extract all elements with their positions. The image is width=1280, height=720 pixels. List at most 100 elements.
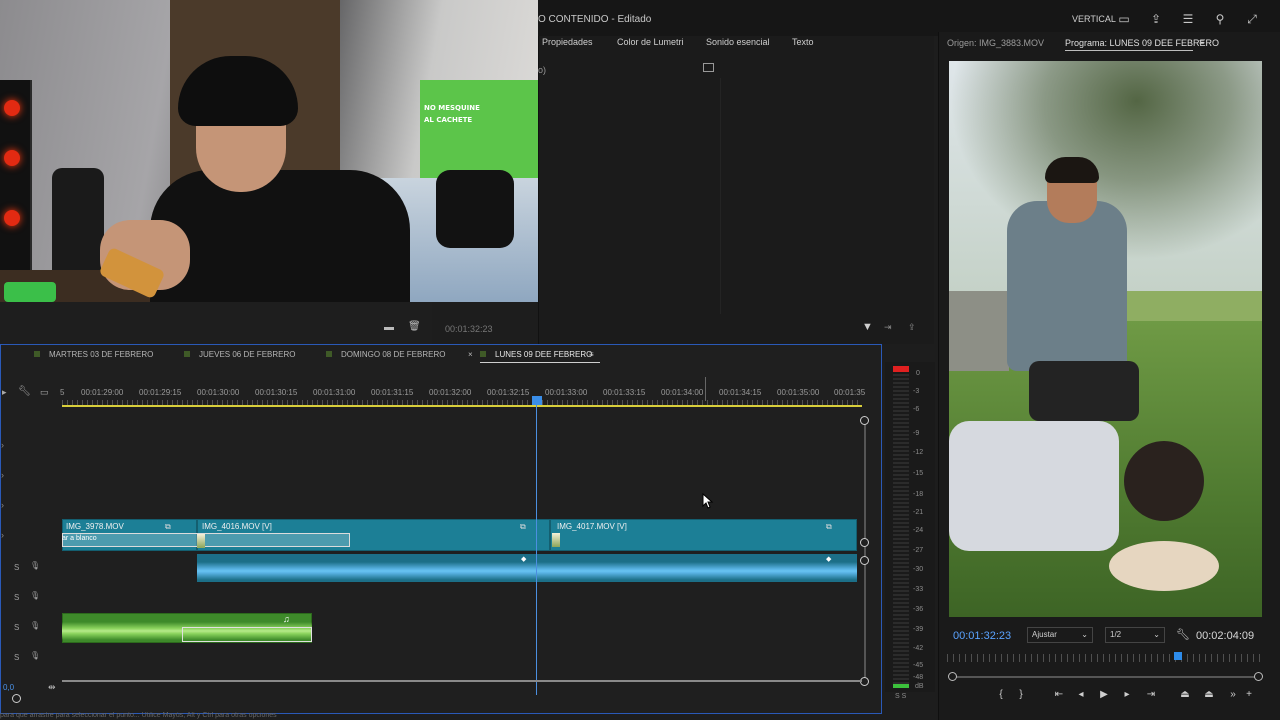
zoom-handle[interactable] xyxy=(12,694,21,703)
tab-sequence-martres[interactable]: MARTRES 03 DE FEBRERO xyxy=(49,350,153,359)
go-to-in-icon[interactable]: ⇤ xyxy=(1052,689,1066,700)
ruler-label: 00:01:34:00 xyxy=(661,388,704,397)
solo-button[interactable]: S xyxy=(14,623,19,632)
status-bar: para que arrastre para seleccionar el pu… xyxy=(0,712,277,719)
solo-button[interactable]: S xyxy=(14,563,19,572)
video-hat xyxy=(1109,541,1219,591)
ruler-label: 00:01:34:15 xyxy=(719,388,762,397)
add-button-icon[interactable]: + xyxy=(1242,689,1256,700)
solo-meter-buttons[interactable]: S S xyxy=(895,693,906,700)
monitor-time-ruler[interactable] xyxy=(947,654,1263,662)
microphone-icon[interactable]: 🎙︎ xyxy=(30,621,40,630)
person-shirt xyxy=(150,170,410,302)
share-icon[interactable]: ⇪ xyxy=(1148,12,1164,26)
ruler-label: 00:01:35:00 xyxy=(777,388,820,397)
db-label: -27 xyxy=(913,547,924,554)
monitor-menu-icon[interactable]: ≡ xyxy=(1199,37,1204,47)
link-icon: ⧉ xyxy=(520,522,526,531)
panel-icon[interactable]: ▭ xyxy=(1116,12,1132,26)
dip-to-white-transition[interactable] xyxy=(62,533,350,547)
extract-icon[interactable]: ⏏ xyxy=(1202,689,1216,700)
fit-select[interactable]: Ajustar ⌄ xyxy=(1027,627,1093,643)
scroll-handle[interactable] xyxy=(860,556,869,565)
settings-wrench-icon[interactable]: 🔧︎ xyxy=(1176,628,1190,641)
program-video-frame[interactable] xyxy=(949,61,1262,617)
export-icon[interactable]: ⇪ xyxy=(908,322,916,333)
program-timecode[interactable]: 00:01:32:23 xyxy=(953,630,1011,642)
tab-essential-sound[interactable]: Sonido esencial xyxy=(706,37,770,47)
project-bin-panel xyxy=(0,302,432,344)
folder-icon[interactable]: ▬ xyxy=(384,322,394,333)
go-to-out-icon[interactable]: ⇥ xyxy=(1144,689,1158,700)
scroll-handle[interactable] xyxy=(860,416,869,425)
track-expand-icon[interactable]: › xyxy=(1,530,4,540)
mark-out-icon[interactable]: } xyxy=(1014,689,1028,700)
track-expand-icon[interactable]: › xyxy=(1,440,4,450)
db-label: -33 xyxy=(913,586,924,593)
insert-icon[interactable]: ⇥ xyxy=(884,322,892,333)
properties-subtext: o) xyxy=(538,65,547,75)
work-area-bar[interactable] xyxy=(62,405,862,407)
playhead-line xyxy=(536,405,537,695)
zoom-fit-icon[interactable]: ⇹ xyxy=(48,682,56,693)
microphone-icon[interactable]: 🎙︎ xyxy=(30,561,40,570)
panel-divider xyxy=(720,78,721,314)
play-icon[interactable]: ▶ xyxy=(1097,689,1111,700)
db-label: -12 xyxy=(913,449,924,456)
db-label: -48 xyxy=(913,674,924,681)
microphone-icon[interactable]: 🎙︎ xyxy=(30,591,40,600)
solo-button[interactable]: S xyxy=(14,593,19,602)
fullscreen-icon[interactable]: ⤢ xyxy=(1244,12,1260,26)
close-tab-icon[interactable]: × xyxy=(468,350,473,359)
playhead-handle[interactable] xyxy=(532,396,542,405)
tab-sequence-lunes[interactable]: LUNES 09 DEE FEBRERO xyxy=(495,350,592,359)
filter-icon[interactable]: ▼ xyxy=(862,321,873,333)
tab-source-monitor[interactable]: Origen: IMG_3883.MOV xyxy=(947,38,1044,48)
timeline-horizontal-scrollbar[interactable] xyxy=(62,680,862,682)
track-expand-icon[interactable]: › xyxy=(1,470,4,480)
tab-sequence-domingo[interactable]: DOMINGO 08 DE FEBRERO xyxy=(341,350,445,359)
db-label: -9 xyxy=(913,430,920,437)
mouse-cursor-icon xyxy=(702,493,714,509)
ruler-label: 00:01:32:00 xyxy=(429,388,472,397)
more-icon[interactable]: » xyxy=(1226,689,1240,700)
sequence-menu-icon[interactable]: ≡ xyxy=(589,350,594,359)
tab-program-monitor[interactable]: Programa: LUNES 09 DEE FEBRERO xyxy=(1065,38,1219,48)
audio-meter-level xyxy=(893,684,909,688)
resolution-select[interactable]: 1/2 ⌄ xyxy=(1105,627,1165,643)
snap-icon[interactable]: ▸ xyxy=(2,387,7,398)
properties-panel xyxy=(538,36,934,344)
track-expand-icon[interactable]: › xyxy=(1,500,4,510)
microphone-icon[interactable]: 🎙︎ xyxy=(30,651,40,660)
trash-icon[interactable]: 🗑 xyxy=(408,321,421,332)
workspace-layout-label[interactable]: VERTICAL xyxy=(1072,14,1116,24)
monitor-zoom-scrollbar[interactable] xyxy=(950,676,1262,678)
tab-properties[interactable]: Propiedades xyxy=(542,37,593,47)
transition-label: ar a blanco xyxy=(62,535,97,542)
audio-peak-indicator[interactable] xyxy=(893,366,909,372)
tab-lumetri-color[interactable]: Color de Lumetri xyxy=(617,37,684,47)
project-title: O CONTENIDO - Editado xyxy=(538,14,652,25)
tab-text[interactable]: Texto xyxy=(792,37,814,47)
scroll-handle[interactable] xyxy=(860,538,869,547)
solo-button[interactable]: S xyxy=(14,653,19,662)
keyframe-icon: ◆ xyxy=(826,556,832,563)
db-label: -3 xyxy=(913,388,920,395)
panel-toggle-icon[interactable] xyxy=(703,63,714,72)
wrench-icon[interactable]: 🔧︎ xyxy=(18,386,31,397)
mark-in-icon[interactable]: { xyxy=(994,689,1008,700)
lift-icon[interactable]: ⏏ xyxy=(1178,689,1192,700)
link-icon: ⧉ xyxy=(165,522,171,531)
step-forward-icon[interactable]: ▸ xyxy=(1120,689,1134,700)
scroll-handle-left[interactable] xyxy=(948,672,957,681)
menu-icon[interactable]: ☰ xyxy=(1180,12,1196,26)
db-label: -45 xyxy=(913,662,924,669)
pc-tower xyxy=(0,80,32,280)
zoom-icon[interactable]: ⚲ xyxy=(1212,12,1228,26)
monitor-playhead[interactable] xyxy=(1173,652,1182,660)
timeline-vertical-scrollbar[interactable] xyxy=(864,419,866,681)
scroll-handle-right[interactable] xyxy=(1254,672,1263,681)
captions-icon[interactable]: ▭ xyxy=(40,387,49,398)
step-back-icon[interactable]: ◂ xyxy=(1074,689,1088,700)
tab-sequence-jueves[interactable]: JUEVES 06 DE FEBRERO xyxy=(199,350,295,359)
